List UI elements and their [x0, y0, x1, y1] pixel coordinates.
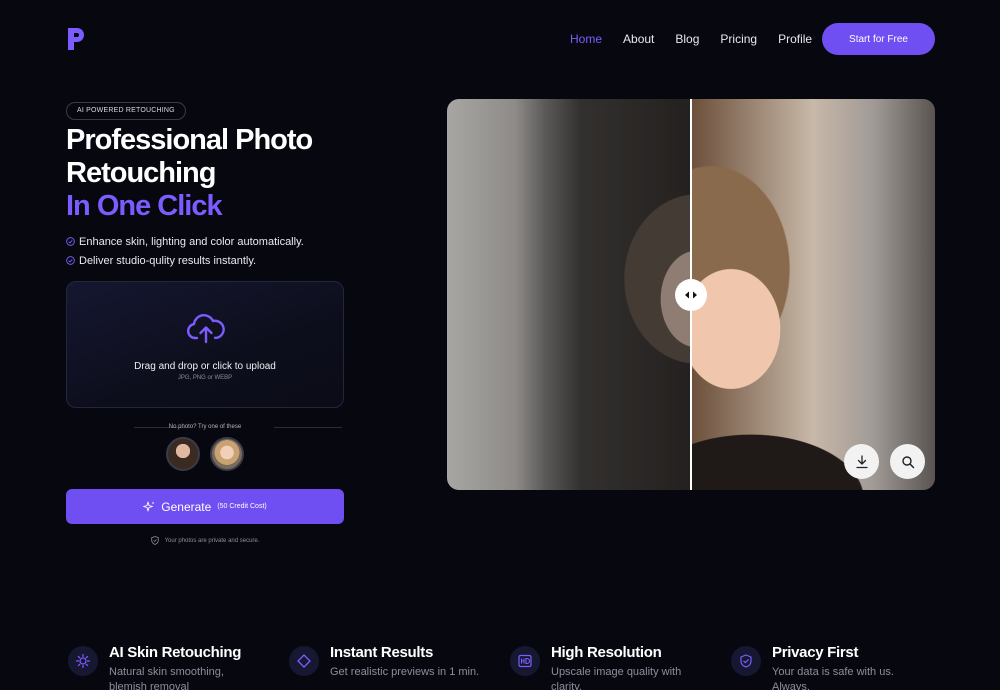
sample-photo-2[interactable] [210, 437, 244, 471]
hero-title-line1: Professional Photo [66, 124, 313, 156]
divider-line [274, 427, 342, 428]
hero-feature-list: Enhance skin, lighting and color automat… [66, 232, 304, 270]
compare-slider-handle[interactable] [675, 279, 707, 311]
after-image [691, 99, 935, 490]
hero-badge: AI POWERED RETOUCHING [66, 102, 186, 120]
arrows-horizontal-icon [685, 291, 697, 299]
feature-text: Enhance skin, lighting and color automat… [79, 235, 304, 248]
skin-sparkle-icon [68, 646, 98, 676]
feature-text: Deliver studio-qulity results instantly. [79, 254, 257, 267]
feature-item: Deliver studio-qulity results instantly. [66, 251, 304, 270]
card-title: Instant Results [330, 644, 434, 661]
before-image [447, 99, 691, 490]
privacy-text: Your photos are private and secure. [164, 537, 260, 544]
upload-title: Drag and drop or click to upload [134, 361, 276, 372]
nav-profile[interactable]: Profile [778, 32, 812, 46]
main-nav: Home About Blog Pricing Profile [570, 32, 812, 46]
feature-item: Enhance skin, lighting and color automat… [66, 232, 304, 251]
card-desc: Natural skin smoothing, blemish removal [109, 666, 224, 690]
check-circle-icon [66, 256, 75, 265]
nav-blog[interactable]: Blog [675, 32, 699, 46]
sparkle-icon [143, 501, 155, 511]
nav-about[interactable]: About [623, 32, 654, 46]
shield-icon [731, 646, 761, 676]
before-after-compare[interactable] [447, 99, 935, 490]
nav-home[interactable]: Home [570, 32, 602, 46]
hero-title-accent: In One Click [66, 190, 223, 222]
card-title: Privacy First [772, 644, 859, 661]
card-title: High Resolution [551, 644, 662, 661]
zoom-icon [901, 455, 914, 468]
hero-title: Professional Photo Retouching In One Cli… [66, 124, 426, 223]
generate-button[interactable]: Generate (50 Credit Cost) [66, 489, 344, 524]
sample-divider: No photo? Try one of these [66, 423, 344, 433]
page: Home About Blog Pricing Profile Start fo… [0, 0, 1000, 690]
download-icon [855, 454, 868, 468]
download-button[interactable] [844, 444, 879, 479]
upload-dropzone[interactable]: Drag and drop or click to upload JPG, PN… [66, 281, 344, 408]
start-free-button[interactable]: Start for Free [822, 23, 935, 55]
upload-formats: JPG, PNG or WEBP [177, 375, 233, 381]
card-title: AI Skin Retouching [109, 644, 242, 661]
sample-photo-1[interactable] [166, 437, 200, 471]
generate-cost: (50 Credit Cost) [217, 503, 267, 510]
nav-pricing[interactable]: Pricing [720, 32, 757, 46]
card-desc: Upscale image quality with clarity. [551, 666, 682, 690]
privacy-note: Your photos are private and secure. [66, 536, 344, 545]
check-circle-icon [66, 237, 75, 246]
cloud-upload-icon [187, 314, 225, 344]
card-desc: Your data is safe with us. Always. [772, 666, 894, 690]
shield-check-icon [150, 536, 159, 545]
brand-p-logo[interactable] [66, 28, 86, 50]
diamond-icon [289, 646, 319, 676]
card-desc: Get realistic previews in 1 min. [330, 666, 480, 678]
hero-title-line2: Retouching [66, 157, 217, 189]
hd-icon [510, 646, 540, 676]
generate-label: Generate [161, 499, 212, 514]
zoom-button[interactable] [890, 444, 925, 479]
